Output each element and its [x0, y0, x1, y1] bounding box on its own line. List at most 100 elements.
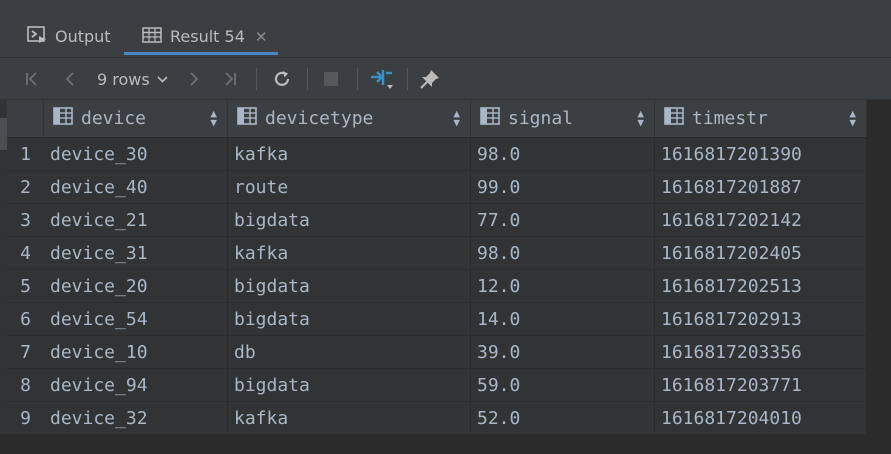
column-icon: [664, 107, 684, 130]
column-header-timestr[interactable]: timestr ▲ ▼: [655, 100, 867, 137]
table-cell-devicetype[interactable]: bigdata: [228, 204, 471, 236]
row-number: 3: [7, 204, 44, 236]
table-cell-timestr[interactable]: 1616817202142: [655, 204, 867, 236]
table-cell-devicetype[interactable]: route: [228, 171, 471, 203]
table-row[interactable]: 3 device_21 bigdata 77.0 1616817202142: [7, 204, 867, 237]
row-number: 5: [7, 270, 44, 302]
last-page-icon[interactable]: [220, 66, 240, 92]
column-header-devicetype[interactable]: devicetype ▲ ▼: [228, 100, 471, 137]
table-cell-devicetype[interactable]: bigdata: [228, 303, 471, 335]
table-cell-devicetype[interactable]: kafka: [228, 237, 471, 269]
column-header-signal[interactable]: signal ▲ ▼: [471, 100, 655, 137]
gutter-marker: [0, 118, 7, 150]
table-cell-timestr[interactable]: 1616817201887: [655, 171, 867, 203]
column-icon: [480, 107, 500, 130]
result-table: device ▲ ▼ devicetype ▲ ▼ signal ▲ ▼ timest…: [7, 100, 891, 434]
table-cell-devicetype[interactable]: kafka: [228, 402, 471, 434]
tab-result-54[interactable]: Result 54 ✕: [124, 18, 278, 55]
table-cell-device[interactable]: device_31: [44, 237, 228, 269]
active-tab-indicator: [124, 52, 278, 55]
toolbar-separator: [256, 68, 257, 90]
table-cell-signal[interactable]: 98.0: [471, 237, 655, 269]
table-cell-signal[interactable]: 77.0: [471, 204, 655, 236]
table-cell-timestr[interactable]: 1616817204010: [655, 402, 867, 434]
sort-icon[interactable]: ▲ ▼: [210, 108, 217, 128]
stop-icon[interactable]: [320, 66, 342, 92]
table-cell-signal[interactable]: 99.0: [471, 171, 655, 203]
tab-output[interactable]: Output: [27, 18, 117, 55]
table-cell-signal[interactable]: 12.0: [471, 270, 655, 302]
next-page-icon[interactable]: [184, 66, 204, 92]
table-cell-devicetype[interactable]: db: [228, 336, 471, 368]
column-header-device[interactable]: device ▲ ▼: [44, 100, 228, 137]
tab-output-label: Output: [55, 27, 111, 46]
pin-icon[interactable]: [418, 66, 442, 92]
table-cell-device[interactable]: device_30: [44, 138, 228, 170]
table-cell-timestr[interactable]: 1616817202513: [655, 270, 867, 302]
column-header-label: device: [81, 108, 147, 129]
row-number: 8: [7, 369, 44, 401]
toolbar-separator: [357, 68, 358, 90]
column-header-label: signal: [508, 108, 574, 129]
table-cell-timestr[interactable]: 1616817202405: [655, 237, 867, 269]
table-row[interactable]: 2 device_40 route 99.0 1616817201887: [7, 171, 867, 204]
table-cell-device[interactable]: device_32: [44, 402, 228, 434]
toolbar: 9 rows: [0, 58, 891, 100]
table-row[interactable]: 8 device_94 bigdata 59.0 1616817203771: [7, 369, 867, 402]
rows-dropdown[interactable]: 9 rows: [97, 68, 168, 90]
row-number: 4: [7, 237, 44, 269]
table-cell-device[interactable]: device_40: [44, 171, 228, 203]
table-cell-timestr[interactable]: 1616817201390: [655, 138, 867, 170]
console-run-icon: [27, 25, 47, 48]
sort-icon[interactable]: ▲ ▼: [453, 108, 460, 128]
table-cell-device[interactable]: device_54: [44, 303, 228, 335]
table-row[interactable]: 5 device_20 bigdata 12.0 1616817202513: [7, 270, 867, 303]
table-row[interactable]: 7 device_10 db 39.0 1616817203356: [7, 336, 867, 369]
row-number: 6: [7, 303, 44, 335]
table-cell-timestr[interactable]: 1616817202913: [655, 303, 867, 335]
table-icon: [142, 26, 162, 47]
prev-page-icon[interactable]: [60, 66, 80, 92]
table-cell-signal[interactable]: 59.0: [471, 369, 655, 401]
tab-result-label: Result 54: [170, 27, 245, 46]
sort-icon[interactable]: ▲ ▼: [637, 108, 644, 128]
column-icon: [53, 107, 73, 130]
column-header-label: devicetype: [265, 108, 374, 129]
table-cell-timestr[interactable]: 1616817203771: [655, 369, 867, 401]
table-cell-devicetype[interactable]: kafka: [228, 138, 471, 170]
table-cell-device[interactable]: device_94: [44, 369, 228, 401]
tab-bar: Output Result 54 ✕: [0, 0, 891, 57]
row-number: 7: [7, 336, 44, 368]
table-cell-signal[interactable]: 98.0: [471, 138, 655, 170]
table-cell-device[interactable]: device_20: [44, 270, 228, 302]
table-row[interactable]: 4 device_31 kafka 98.0 1616817202405: [7, 237, 867, 270]
first-page-icon[interactable]: [22, 66, 42, 92]
table-cell-devicetype[interactable]: bigdata: [228, 369, 471, 401]
table-row[interactable]: 1 device_30 kafka 98.0 1616817201390: [7, 138, 867, 171]
row-number: 9: [7, 402, 44, 434]
rows-count-label: 9 rows: [97, 69, 150, 89]
column-header-label: timestr: [692, 108, 768, 129]
result-panel: Output Result 54 ✕ 9 rows device ▲ ▼ dev…: [0, 0, 891, 454]
table-cell-signal[interactable]: 14.0: [471, 303, 655, 335]
table-cell-signal[interactable]: 52.0: [471, 402, 655, 434]
toolbar-separator: [407, 68, 408, 90]
chevron-down-icon: [157, 72, 168, 86]
table-row[interactable]: 6 device_54 bigdata 14.0 1616817202913: [7, 303, 867, 336]
table-cell-signal[interactable]: 39.0: [471, 336, 655, 368]
toolbar-separator: [307, 68, 308, 90]
row-number: 2: [7, 171, 44, 203]
table-cell-device[interactable]: device_21: [44, 204, 228, 236]
table-row[interactable]: 9 device_32 kafka 52.0 1616817204010: [7, 402, 867, 435]
table-cell-devicetype[interactable]: bigdata: [228, 270, 471, 302]
close-icon[interactable]: ✕: [255, 28, 268, 46]
table-cell-timestr[interactable]: 1616817203356: [655, 336, 867, 368]
sort-icon[interactable]: ▲ ▼: [849, 108, 856, 128]
column-icon: [237, 107, 257, 130]
row-number-header: [7, 100, 44, 137]
status-area: [0, 434, 891, 454]
table-cell-device[interactable]: device_10: [44, 336, 228, 368]
refresh-icon[interactable]: [270, 66, 294, 92]
compare-icon[interactable]: [368, 66, 396, 92]
row-number: 1: [7, 138, 44, 170]
